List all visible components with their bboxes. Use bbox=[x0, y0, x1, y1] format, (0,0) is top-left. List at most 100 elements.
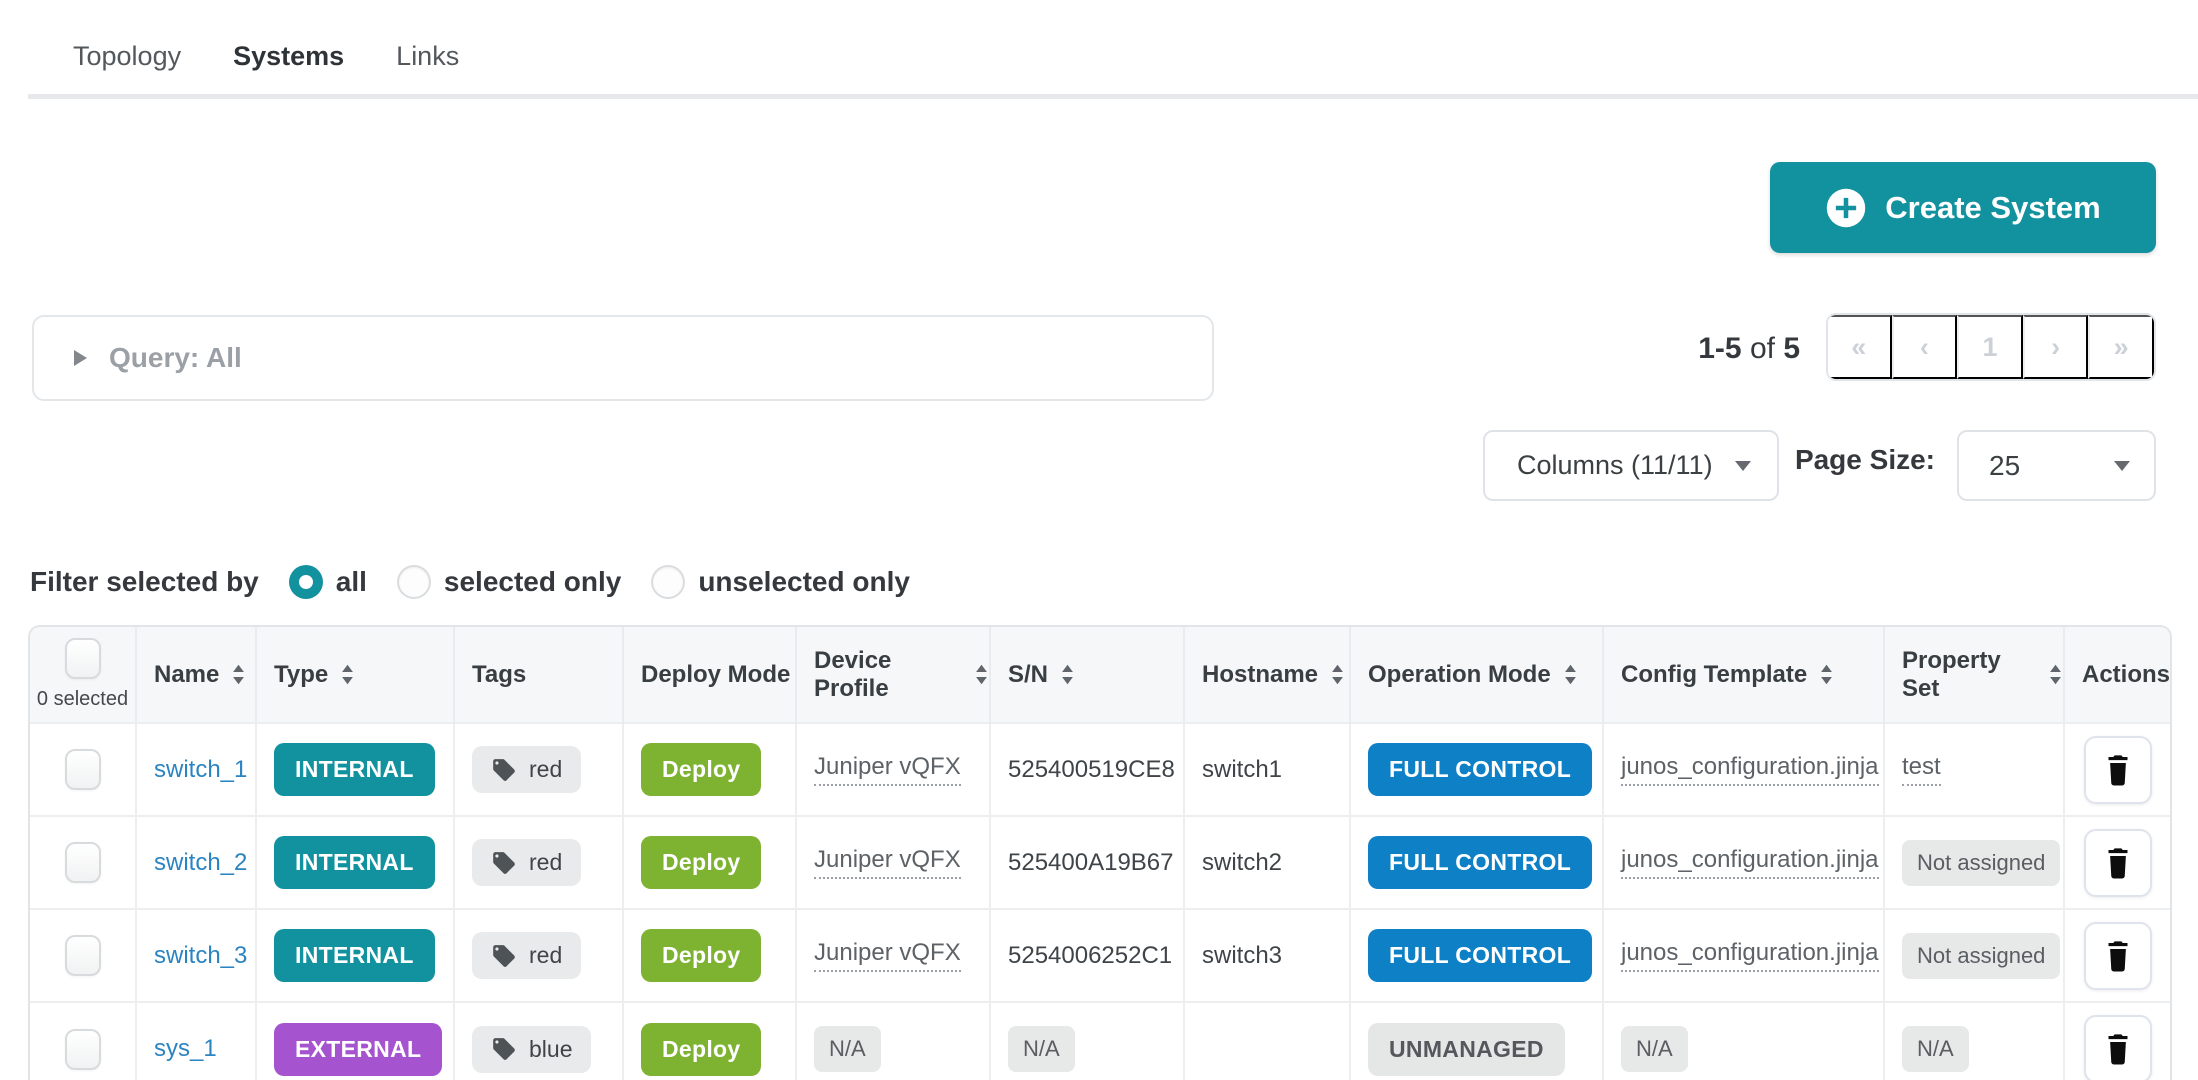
tag-icon bbox=[491, 757, 517, 783]
tab-bar-divider bbox=[28, 94, 2198, 99]
create-system-button[interactable]: Create System bbox=[1770, 162, 2156, 253]
system-name-link[interactable]: switch_2 bbox=[154, 849, 247, 876]
property-set-na-badge: Not assigned bbox=[1902, 840, 2060, 886]
sort-sn-icon[interactable] bbox=[1060, 663, 1075, 686]
config-template[interactable]: junos_configuration.jinja bbox=[1621, 939, 1879, 972]
column-header-tags: Tags bbox=[454, 627, 623, 723]
tab-systems-label: Systems bbox=[233, 41, 344, 72]
chevron-right-icon bbox=[74, 350, 87, 366]
config-template[interactable]: junos_configuration.jinja bbox=[1621, 753, 1879, 786]
tag-label: red bbox=[529, 849, 562, 876]
tag-pill: red bbox=[472, 839, 581, 886]
row-checkbox[interactable] bbox=[65, 935, 101, 976]
trash-icon bbox=[2103, 753, 2133, 787]
device-profile[interactable]: Juniper vQFX bbox=[814, 939, 961, 972]
page-size-label: Page Size: bbox=[1795, 444, 1935, 476]
systems-table: 0 selected Name Type Tags Deploy ModeDevice … bbox=[30, 627, 2170, 1080]
column-label-hostname: Hostname bbox=[1202, 661, 1318, 689]
column-header-hostname[interactable]: Hostname bbox=[1184, 627, 1350, 723]
column-label-property_set: Property Set bbox=[1902, 647, 2036, 703]
sort-device_profile-icon[interactable] bbox=[974, 663, 989, 686]
row-checkbox[interactable] bbox=[65, 1029, 101, 1070]
device-profile[interactable]: Juniper vQFX bbox=[814, 753, 961, 786]
select-all-checkbox[interactable] bbox=[65, 638, 101, 679]
column-header-sn[interactable]: S/N bbox=[990, 627, 1184, 723]
sort-name-icon[interactable] bbox=[231, 663, 246, 686]
pagination-controls: « ‹ 1 › » bbox=[1826, 313, 2156, 381]
delete-system-button[interactable] bbox=[2084, 1015, 2152, 1080]
delete-system-button[interactable] bbox=[2084, 736, 2152, 804]
type-badge: Deploy bbox=[641, 1023, 761, 1076]
range-total: 5 bbox=[1783, 332, 1800, 365]
radio-all[interactable]: all bbox=[289, 565, 367, 599]
property-set[interactable]: test bbox=[1902, 753, 1941, 786]
property-set-na-badge: Not assigned bbox=[1902, 933, 2060, 979]
device-profile[interactable]: Juniper vQFX bbox=[814, 846, 961, 879]
page-size-select[interactable]: 25 bbox=[1957, 430, 2156, 501]
tag-pill: blue bbox=[472, 1026, 591, 1073]
pagination-first-button[interactable]: « bbox=[1828, 315, 1892, 379]
delete-system-button[interactable] bbox=[2084, 829, 2152, 897]
tab-topology[interactable]: Topology bbox=[47, 0, 207, 99]
radio-unselected-only[interactable]: unselected only bbox=[651, 565, 910, 599]
config-template[interactable]: junos_configuration.jinja bbox=[1621, 846, 1879, 879]
row-checkbox[interactable] bbox=[65, 749, 101, 790]
sort-hostname-icon[interactable] bbox=[1330, 663, 1345, 686]
query-expander[interactable]: Query: All bbox=[32, 315, 1214, 401]
column-label-name: Name bbox=[154, 661, 219, 689]
delete-system-button[interactable] bbox=[2084, 922, 2152, 990]
column-header-config_template[interactable]: Config Template bbox=[1603, 627, 1884, 723]
sort-property_set-icon[interactable] bbox=[2048, 663, 2063, 686]
column-label-deploy_mode: Deploy Mode bbox=[641, 661, 790, 689]
column-label-actions: Actions bbox=[2082, 661, 2170, 689]
type-badge: INTERNAL bbox=[274, 836, 435, 889]
sort-config_template-icon[interactable] bbox=[1819, 663, 1834, 686]
sort-operation_mode-icon[interactable] bbox=[1563, 663, 1578, 686]
column-header-device_profile[interactable]: Device Profile bbox=[796, 627, 990, 723]
table-row: switch_1INTERNALredDeployJuniper vQFX525… bbox=[30, 723, 2170, 816]
selected-count-label: 0 selected bbox=[37, 688, 128, 711]
column-label-type: Type bbox=[274, 661, 328, 689]
column-header-operation_mode[interactable]: Operation Mode bbox=[1350, 627, 1603, 723]
type-badge: Deploy bbox=[641, 929, 761, 982]
tab-systems[interactable]: Systems bbox=[207, 0, 370, 99]
serial-number: 525400A19B67 bbox=[1008, 849, 1174, 876]
column-header-actions: Actions bbox=[2064, 627, 2170, 723]
column-header-type[interactable]: Type bbox=[256, 627, 454, 723]
sort-type-icon[interactable] bbox=[340, 663, 355, 686]
trash-icon bbox=[2103, 846, 2133, 880]
pagination-next-button[interactable]: › bbox=[2023, 315, 2089, 379]
system-name-link[interactable]: sys_1 bbox=[154, 1035, 217, 1062]
table-row: sys_1EXTERNALblueDeployN/AN/AUNMANAGEDN/… bbox=[30, 1002, 2170, 1080]
config-template-na-badge: N/A bbox=[1621, 1026, 1688, 1072]
serial-number: 5254006252C1 bbox=[1008, 942, 1172, 969]
pagination-page-1-button[interactable]: 1 bbox=[1957, 315, 2023, 379]
system-name-link[interactable]: switch_3 bbox=[154, 942, 247, 969]
page-size-value: 25 bbox=[1989, 450, 2020, 482]
row-checkbox[interactable] bbox=[65, 842, 101, 883]
tag-icon bbox=[491, 943, 517, 969]
type-badge: INTERNAL bbox=[274, 929, 435, 982]
query-label: Query: All bbox=[109, 342, 242, 374]
tag-label: red bbox=[529, 942, 562, 969]
column-header-property_set[interactable]: Property Set bbox=[1884, 627, 2064, 723]
column-header-deploy_mode: Deploy Mode bbox=[623, 627, 796, 723]
radio-selected-only[interactable]: selected only bbox=[397, 565, 621, 599]
columns-dropdown[interactable]: Columns (11/11) bbox=[1483, 430, 1779, 501]
tab-links[interactable]: Links bbox=[370, 0, 485, 99]
pagination-prev-button[interactable]: ‹ bbox=[1892, 315, 1958, 379]
column-header-name[interactable]: Name bbox=[136, 627, 256, 723]
system-name-link[interactable]: switch_1 bbox=[154, 756, 247, 783]
type-badge: Deploy bbox=[641, 743, 761, 796]
pagination-last-button[interactable]: » bbox=[2088, 315, 2154, 379]
column-label-tags: Tags bbox=[472, 661, 526, 689]
table-row: switch_2INTERNALredDeployJuniper vQFX525… bbox=[30, 816, 2170, 909]
table-header-row: 0 selected Name Type Tags Deploy ModeDevice … bbox=[30, 627, 2170, 723]
radio-unselected-icon bbox=[651, 565, 685, 599]
trash-icon bbox=[2103, 1032, 2133, 1066]
status-badge: UNMANAGED bbox=[1368, 1023, 1565, 1076]
serial-number-na-badge: N/A bbox=[1008, 1026, 1075, 1072]
hostname-text: switch2 bbox=[1202, 849, 1282, 876]
tag-icon bbox=[491, 850, 517, 876]
radio-unselected-only-label: unselected only bbox=[698, 566, 910, 598]
